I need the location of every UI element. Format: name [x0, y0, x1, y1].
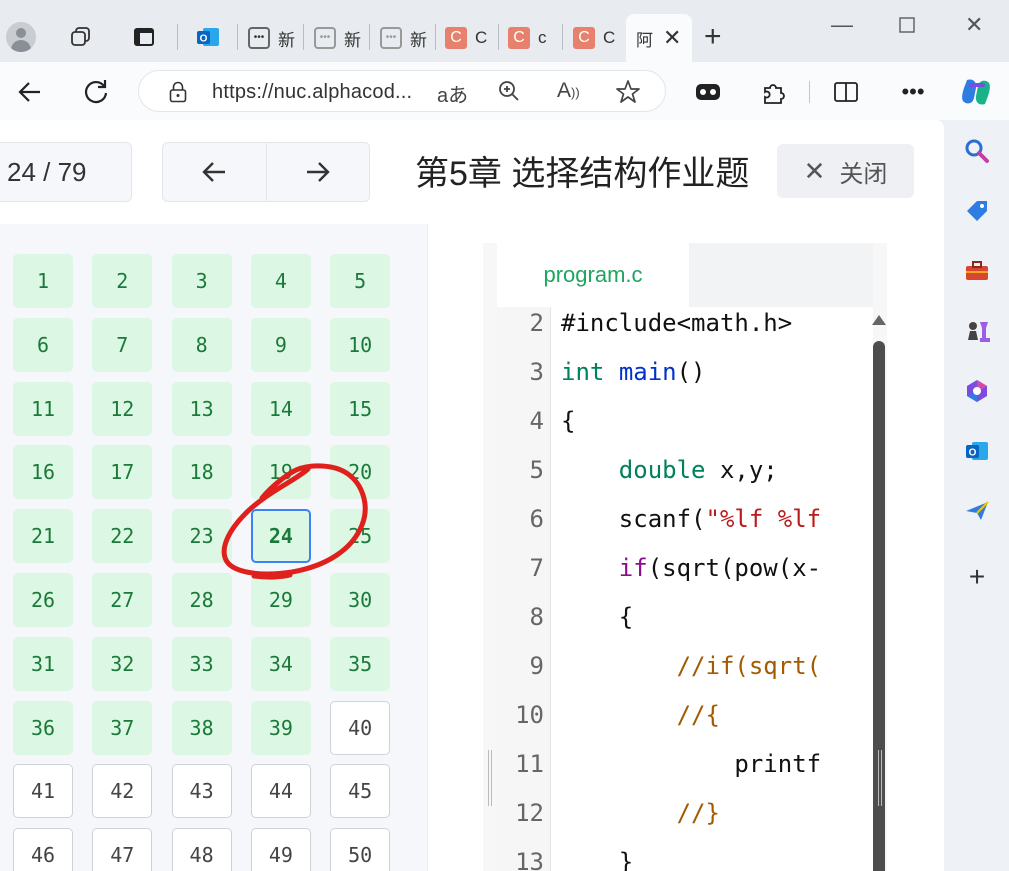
exercise-page: 24 / 79 第5章 选择结构作业题 ✕ 关闭 1 2 3 4 5 6 7 8 9 10 11 12 1…	[0, 120, 944, 871]
tab-c-1[interactable]: CC	[437, 14, 499, 62]
edge-sidebar: O +	[944, 120, 1009, 871]
outlook-tab-icon[interactable]: O	[195, 24, 221, 50]
tab-label: 阿	[636, 30, 653, 50]
shopping-tag-icon[interactable]	[963, 197, 991, 225]
maximize-icon[interactable]	[898, 14, 916, 40]
send-paper-plane-icon[interactable]	[963, 497, 991, 525]
favorite-star-icon[interactable]	[615, 79, 641, 111]
extensions-puzzle-icon[interactable]	[756, 74, 792, 110]
tab-c-3[interactable]: CC	[565, 14, 625, 62]
tab-c-2[interactable]: Cc	[500, 14, 563, 62]
add-sidebar-app-icon[interactable]: +	[963, 561, 991, 592]
tab-page-3[interactable]: ••• 新	[372, 14, 436, 62]
page-icon: •••	[248, 27, 270, 49]
tab-separator	[177, 24, 178, 50]
tab-label: c	[538, 28, 547, 47]
split-screen-icon[interactable]	[828, 74, 864, 110]
minimize-icon[interactable]: —	[831, 12, 853, 38]
tab-label: 新	[344, 30, 361, 50]
c-site-icon: C	[573, 27, 595, 49]
tab-separator	[237, 24, 238, 50]
tab-label: 新	[410, 30, 427, 50]
games-chess-icon[interactable]	[963, 317, 991, 345]
tab-page-1[interactable]: ••• 新	[240, 14, 304, 62]
page-icon: •••	[314, 27, 336, 49]
address-bar[interactable]: https://nuc.alphacod... aあ A))	[138, 70, 666, 112]
workspaces-icon[interactable]	[68, 24, 94, 50]
red-circle-annotation	[221, 463, 368, 580]
page-icon: •••	[380, 27, 402, 49]
refresh-icon[interactable]	[78, 74, 114, 110]
tab-active[interactable]: 阿 ✕	[626, 14, 692, 62]
lock-icon[interactable]	[169, 81, 187, 103]
tools-briefcase-icon[interactable]	[963, 257, 991, 285]
tab-label: 新	[278, 30, 295, 50]
url-text[interactable]: https://nuc.alphacod...	[212, 81, 412, 104]
toolbar: https://nuc.alphacod... aあ A)) •••	[0, 62, 1009, 120]
browser-window: O ••• 新 ••• 新 ••• 新 CC Cc CC 阿 ✕ + — ✕ h…	[0, 0, 1009, 871]
svg-text:O: O	[200, 34, 208, 45]
back-arrow-icon[interactable]	[12, 74, 48, 110]
zoom-icon[interactable]	[497, 79, 521, 109]
vertical-tabs-icon[interactable]	[131, 24, 157, 50]
tab-label: C	[475, 28, 488, 47]
new-tab-button[interactable]: +	[704, 22, 722, 52]
read-aloud-icon[interactable]: A))	[557, 79, 580, 103]
outlook-icon[interactable]: O	[963, 437, 991, 465]
more-menu-icon[interactable]: •••	[895, 74, 931, 110]
close-tab-icon[interactable]: ✕	[663, 25, 681, 51]
profile-avatar[interactable]	[6, 22, 36, 52]
window-close-icon[interactable]: ✕	[965, 12, 983, 38]
tab-page-2[interactable]: ••• 新	[306, 14, 370, 62]
tab-label: C	[603, 28, 616, 47]
c-site-icon: C	[508, 27, 530, 49]
copilot-icon[interactable]	[958, 74, 994, 110]
tab-strip: O ••• 新 ••• 新 ••• 新 CC Cc CC 阿 ✕ + — ✕	[0, 0, 1009, 62]
svg-text:O: O	[969, 448, 977, 459]
translate-icon[interactable]: aあ	[437, 79, 468, 108]
extension-mask-icon[interactable]	[690, 74, 726, 110]
c-site-icon: C	[445, 27, 467, 49]
search-icon[interactable]	[963, 137, 991, 165]
microsoft365-icon[interactable]	[963, 377, 991, 405]
toolbar-divider	[809, 81, 810, 103]
